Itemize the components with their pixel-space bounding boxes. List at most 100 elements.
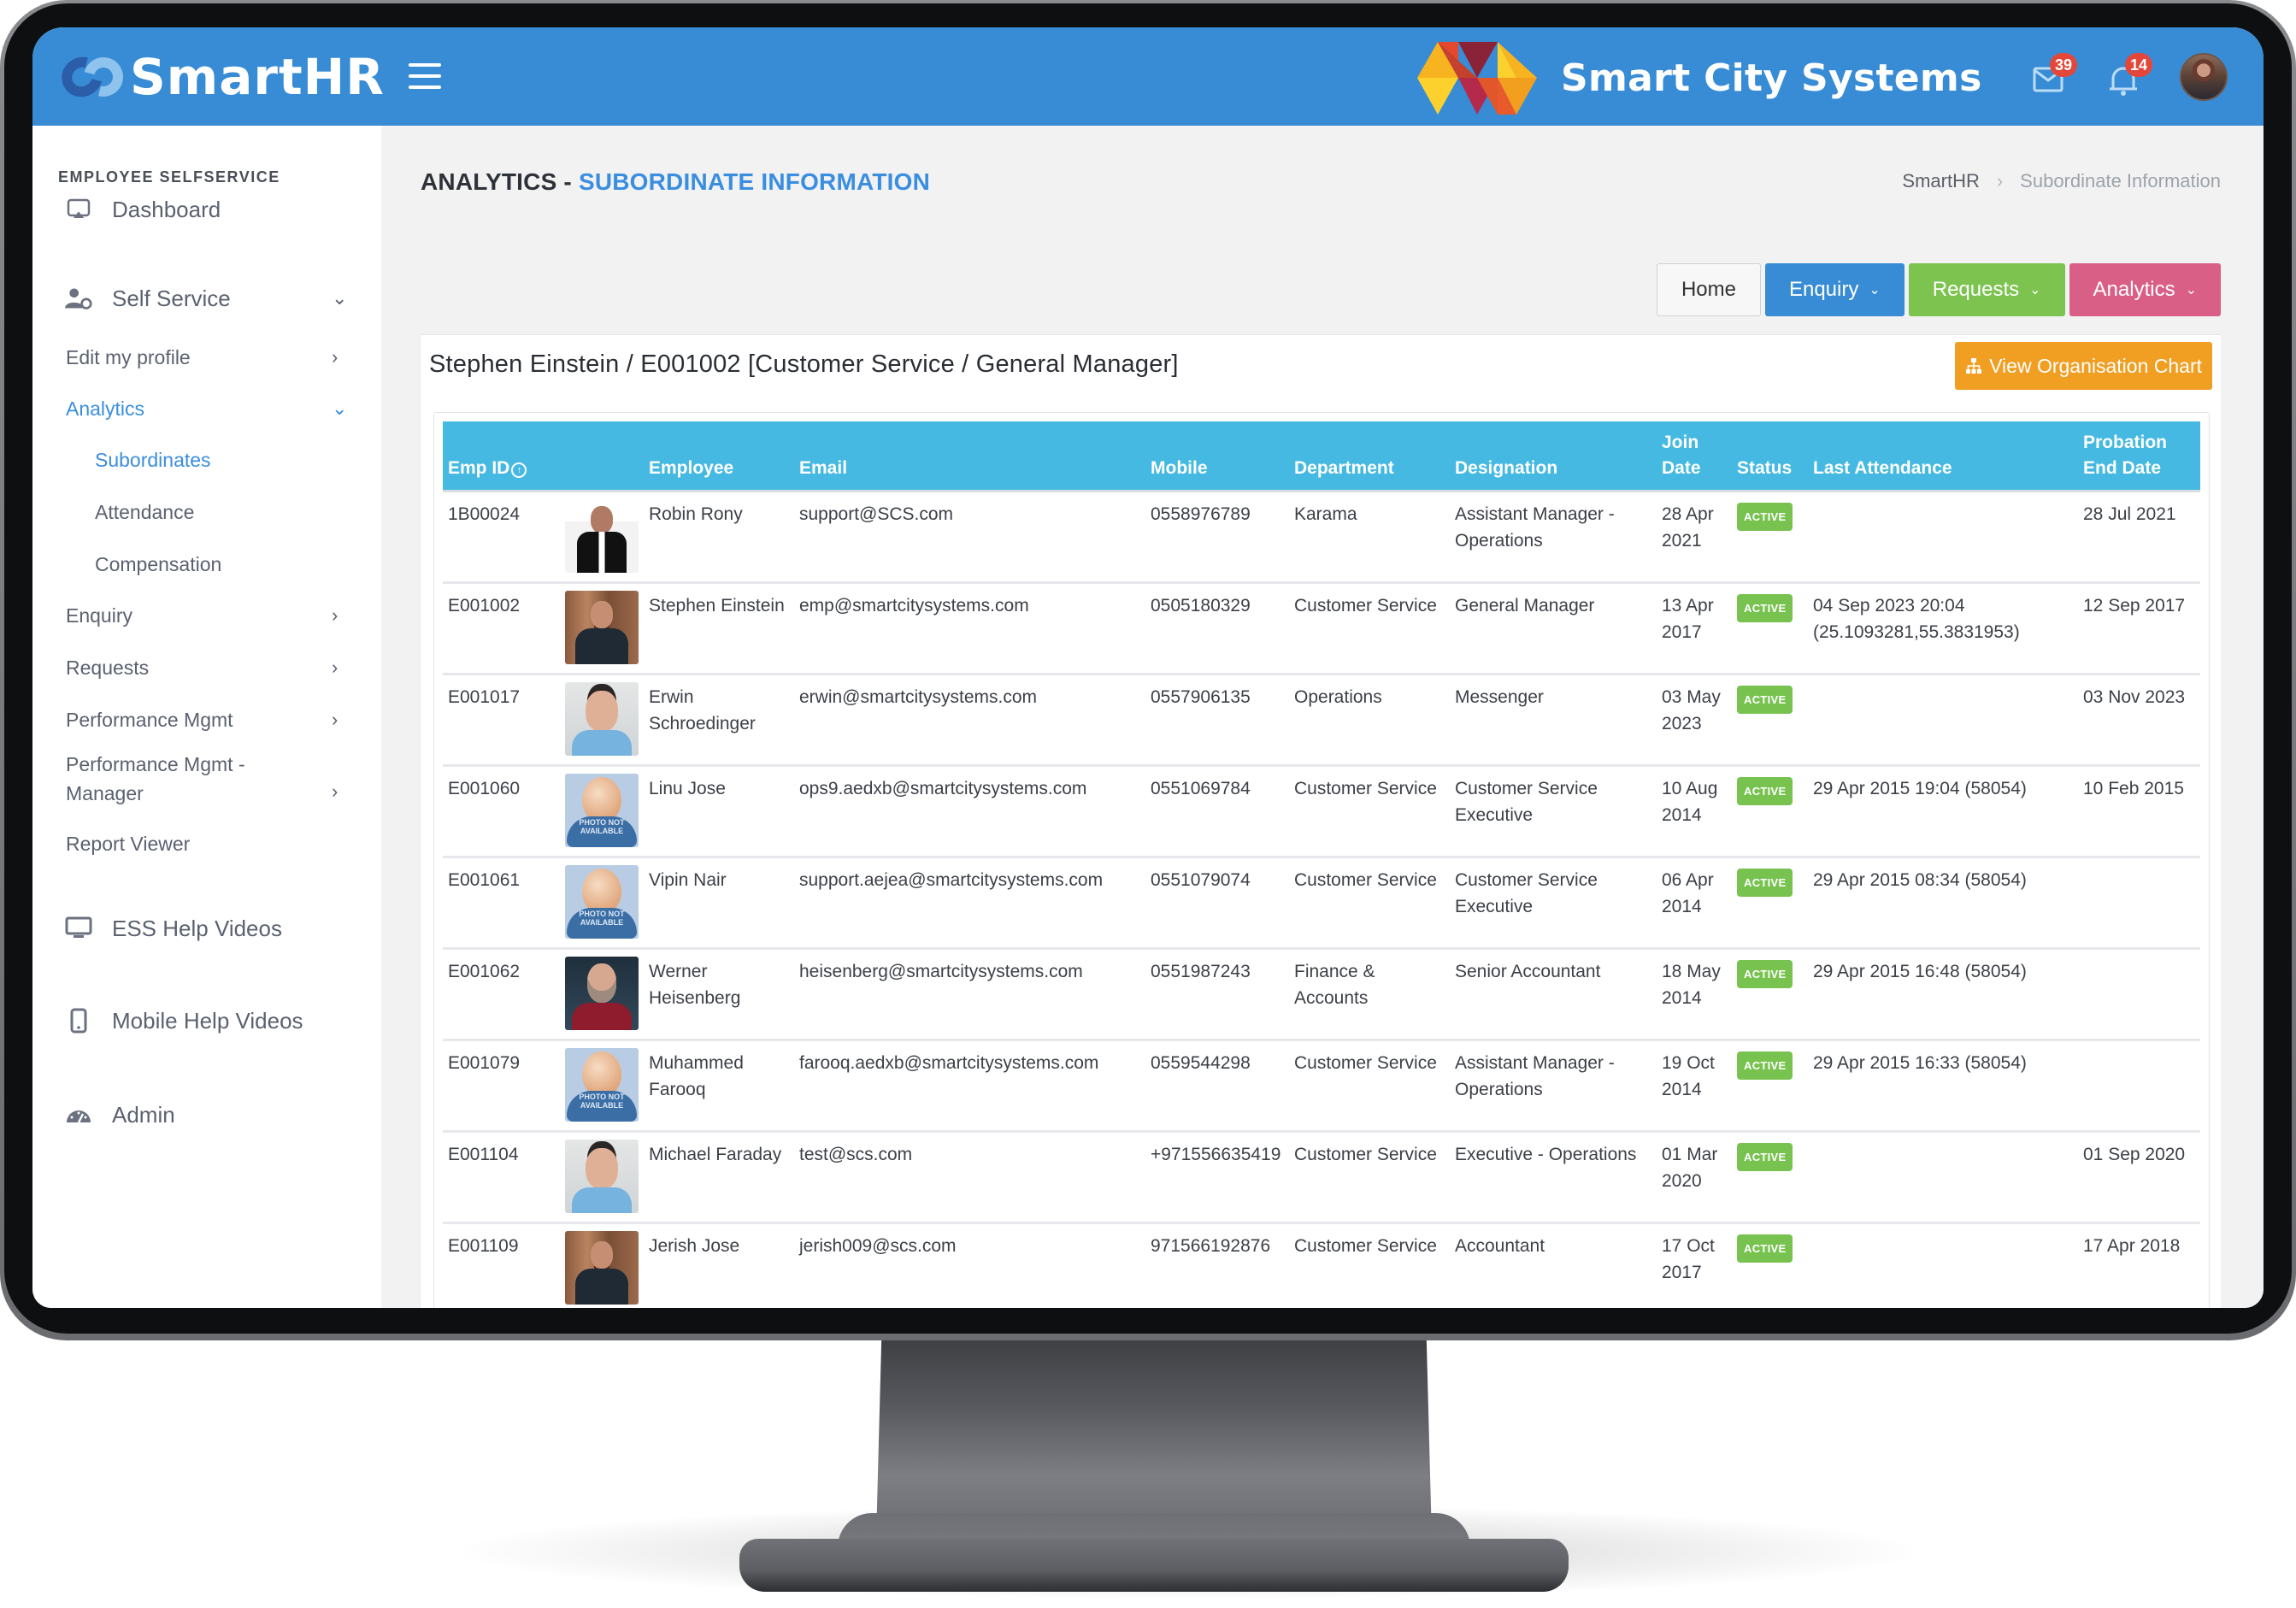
sidebar-item-mobile-help-videos[interactable]: Mobile Help Videos	[32, 998, 381, 1044]
breadcrumb-current: Subordinate Information	[2020, 170, 2221, 191]
table-row[interactable]: E001017 Erwin Schroedinger erwin@smartcity…	[443, 674, 2200, 767]
company-logo-icon	[1417, 42, 1537, 115]
email-cell[interactable]: heisenberg@smartcitysystems.com	[794, 948, 1145, 1041]
col-status[interactable]: Status	[1732, 421, 1808, 492]
breadcrumb-home-link[interactable]: SmartHR	[1902, 170, 1979, 192]
table-row[interactable]: E001002 Stephen Einstein emp@smartcitysyst…	[443, 582, 2200, 675]
sidebar-item-ess-help-videos[interactable]: ESS Help Videos	[32, 905, 381, 951]
employee-photo[interactable]: PHOTO NOT AVAILABLE	[565, 1048, 639, 1122]
designation-cell: Customer Service Executive	[1450, 857, 1657, 950]
employee-photo[interactable]	[565, 591, 639, 664]
name-cell[interactable]: Werner Heisenberg	[644, 948, 794, 1041]
app-logo[interactable]: SmartHR	[54, 48, 385, 106]
employee-photo[interactable]	[565, 682, 639, 756]
col-probation-end[interactable]: Probation End Date	[2078, 421, 2200, 492]
mobile-cell: 0559544298	[1145, 1040, 1289, 1133]
col-department[interactable]: Department	[1289, 421, 1450, 492]
col-designation[interactable]: Designation	[1450, 421, 1657, 492]
email-cell[interactable]: support.aejea@smartcitysystems.com	[794, 857, 1145, 950]
table-row[interactable]: E001109 Jerish Jose jerish009@scs.com 97156…	[443, 1222, 2200, 1308]
name-cell[interactable]: Jerish Jose	[644, 1222, 794, 1308]
name-cell[interactable]: Stephen Einstein	[644, 582, 794, 675]
table-row[interactable]: E001060 PHOTO NOT AVAILABLE Linu Jose ops9.…	[443, 765, 2200, 858]
probation-end-cell	[2078, 857, 2200, 950]
sort-ascending-icon[interactable]: ↑	[511, 462, 527, 478]
email-cell[interactable]: farooq.aedxb@smartcitysystems.com	[794, 1040, 1145, 1133]
menu-toggle-icon[interactable]	[409, 63, 441, 91]
designation-cell: Assistant Manager - Operations	[1450, 491, 1657, 584]
emp-id-cell: E001060	[443, 765, 560, 858]
sidebar: EMPLOYEE SELFSERVICE Dashboard Self Serv…	[32, 126, 381, 1308]
col-mobile[interactable]: Mobile	[1145, 421, 1289, 492]
employee-photo-cell	[560, 1131, 644, 1224]
mobile-cell: 0557906135	[1145, 674, 1289, 767]
employee-photo[interactable]	[565, 1140, 639, 1213]
col-employee[interactable]: Employee	[644, 421, 794, 492]
user-gear-icon	[65, 285, 92, 312]
email-cell[interactable]: jerish009@scs.com	[794, 1222, 1145, 1308]
table-row[interactable]: E001062 Werner Heisenberg heisenberg@smart…	[443, 948, 2200, 1041]
employee-photo-cell	[560, 582, 644, 675]
name-cell[interactable]: Michael Faraday	[644, 1131, 794, 1224]
chevron-right-icon: ›	[332, 604, 339, 626]
emp-id-cell: E001002	[443, 582, 560, 675]
mobile-cell: +971556635419	[1145, 1131, 1289, 1224]
col-join-date[interactable]: Join Date	[1657, 421, 1732, 492]
chevron-down-icon: ⌄	[332, 287, 348, 309]
employee-photo[interactable]	[565, 499, 639, 573]
employee-photo[interactable]	[565, 957, 639, 1030]
requests-dropdown-button[interactable]: Requests ⌄	[1908, 263, 2065, 316]
name-cell[interactable]: Vipin Nair	[644, 857, 794, 950]
status-badge: ACTIVE	[1737, 960, 1793, 988]
employee-photo[interactable]: PHOTO NOT AVAILABLE	[565, 865, 639, 939]
sidebar-item-edit-profile[interactable]: Edit my profile ›	[32, 338, 381, 377]
employee-photo[interactable]	[565, 1231, 639, 1305]
email-cell[interactable]: test@scs.com	[794, 1131, 1145, 1224]
name-cell[interactable]: Robin Rony	[644, 491, 794, 584]
enquiry-dropdown-button[interactable]: Enquiry ⌄	[1764, 263, 1905, 316]
employee-photo-cell	[560, 491, 644, 584]
table-row[interactable]: E001079 PHOTO NOT AVAILABLE Muhammed Faroo…	[443, 1040, 2200, 1133]
sidebar-item-performance-mgmt[interactable]: Performance Mgmt ›	[32, 700, 381, 739]
analytics-dropdown-button[interactable]: Analytics ⌄	[2069, 263, 2221, 316]
status-badge: ACTIVE	[1737, 777, 1793, 805]
probation-end-cell: 10 Feb 2015	[2078, 765, 2200, 858]
sidebar-item-subordinates[interactable]: Subordinates	[32, 440, 381, 480]
employee-heading: Stephen Einstein / E001002 [Customer Ser…	[429, 350, 1179, 378]
last-attendance-cell	[1808, 1222, 2078, 1308]
table-row[interactable]: E001061 PHOTO NOT AVAILABLE Vipin Nair supp…	[443, 857, 2200, 950]
sidebar-item-compensation[interactable]: Compensation	[32, 545, 381, 584]
mail-count-badge: 39	[2050, 53, 2077, 77]
mobile-cell: 0551069784	[1145, 765, 1289, 858]
messages-button[interactable]: 39	[2024, 53, 2077, 104]
col-emp-id[interactable]: Emp ID ↑	[443, 421, 560, 492]
email-cell[interactable]: ops9.aedxb@smartcitysystems.com	[794, 765, 1145, 858]
table-row[interactable]: 1B00024 Robin Rony support@SCS.com 05589767…	[443, 491, 2200, 584]
presentation-icon	[65, 196, 92, 223]
sidebar-item-performance-mgmt-manager[interactable]: Performance Mgmt - Manager ›	[32, 750, 381, 818]
probation-end-cell: 03 Nov 2023	[2078, 674, 2200, 767]
sidebar-item-attendance[interactable]: Attendance	[32, 492, 381, 532]
notifications-button[interactable]: 14	[2099, 53, 2152, 104]
home-button[interactable]: Home	[1656, 263, 1761, 316]
name-cell[interactable]: Erwin Schroedinger	[644, 674, 794, 767]
sidebar-item-enquiry[interactable]: Enquiry ›	[32, 596, 381, 635]
sidebar-item-report-viewer[interactable]: Report Viewer	[32, 824, 381, 863]
sidebar-item-requests[interactable]: Requests ›	[32, 648, 381, 687]
email-cell[interactable]: erwin@smartcitysystems.com	[794, 674, 1145, 767]
col-email[interactable]: Email	[794, 421, 1145, 492]
sidebar-item-self-service[interactable]: Self Service ⌄	[32, 275, 381, 321]
email-cell[interactable]: support@SCS.com	[794, 491, 1145, 584]
col-last-attendance[interactable]: Last Attendance	[1808, 421, 2078, 492]
sidebar-item-admin[interactable]: Admin	[32, 1092, 381, 1138]
sidebar-item-dashboard[interactable]: Dashboard	[32, 184, 381, 235]
sidebar-item-analytics[interactable]: Analytics ⌄	[32, 389, 381, 428]
name-cell[interactable]: Linu Jose	[644, 765, 794, 858]
employee-photo[interactable]: PHOTO NOT AVAILABLE	[565, 774, 639, 847]
table-row[interactable]: E001104 Michael Faraday test@scs.com +97155…	[443, 1131, 2200, 1224]
status-cell: ACTIVE	[1732, 674, 1808, 767]
view-org-chart-button[interactable]: View Organisation Chart	[1955, 342, 2212, 390]
user-avatar[interactable]	[2180, 53, 2228, 101]
name-cell[interactable]: Muhammed Farooq	[644, 1040, 794, 1133]
email-cell[interactable]: emp@smartcitysystems.com	[794, 582, 1145, 675]
